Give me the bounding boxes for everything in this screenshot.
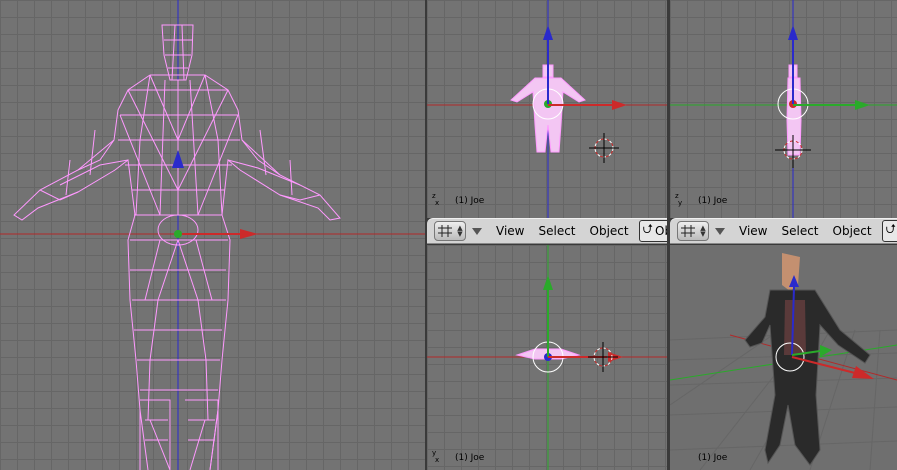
triangle-icon[interactable] <box>472 227 482 235</box>
front-scene <box>427 0 667 218</box>
viewport-camera[interactable]: (1) Joe <box>670 245 897 470</box>
viewport-header-middle: ▲▼ View Select Object ⮍ Ob <box>427 218 667 244</box>
mode-button[interactable]: ⮍ O <box>881 220 897 242</box>
side-scene <box>670 0 897 218</box>
character-wireframe <box>13 24 341 470</box>
object-label: (1) Joe <box>698 196 728 206</box>
object-label: (1) Joe <box>455 196 485 206</box>
window-type-button[interactable]: ▲ ▼ <box>677 221 709 241</box>
triangle-icon[interactable] <box>715 227 725 235</box>
menu-object[interactable]: Object <box>590 224 629 238</box>
object-label: (1) Joe <box>698 453 728 463</box>
window-type-button[interactable]: ▲ ▼ <box>434 221 466 241</box>
mode-icon: ⮍ <box>885 222 897 237</box>
grid-icon <box>435 222 455 240</box>
updown-arrows-icon: ▲ ▼ <box>700 224 706 238</box>
mode-icon: ⮍ <box>642 222 654 237</box>
menu-select[interactable]: Select <box>538 224 575 238</box>
top-scene <box>427 245 667 470</box>
viewport-side[interactable]: zy (1) Joe <box>670 0 897 218</box>
mode-button[interactable]: ⮍ Ob <box>638 220 667 242</box>
viewport-front[interactable]: zx (1) Joe <box>427 0 667 218</box>
updown-arrows-icon: ▲ ▼ <box>457 224 463 238</box>
perspective-scene <box>670 253 897 470</box>
menu-object[interactable]: Object <box>833 224 872 238</box>
menu-view[interactable]: View <box>496 224 524 238</box>
viewport-front-large[interactable] <box>0 0 425 470</box>
object-label: (1) Joe <box>455 453 485 463</box>
axis-indicator: zy <box>675 192 683 207</box>
viewport-top[interactable]: yx (1) Joe <box>427 245 667 470</box>
viewport-header-right: ▲▼ View Select Object ⮍ O <box>670 218 897 244</box>
textured-character <box>744 253 871 466</box>
menu-view[interactable]: View <box>739 224 767 238</box>
menu-select[interactable]: Select <box>781 224 818 238</box>
axis-indicator: yx <box>432 449 440 464</box>
axis-indicator: zx <box>432 192 440 207</box>
front-wireframe-scene <box>0 0 425 470</box>
grid-icon <box>678 222 698 240</box>
